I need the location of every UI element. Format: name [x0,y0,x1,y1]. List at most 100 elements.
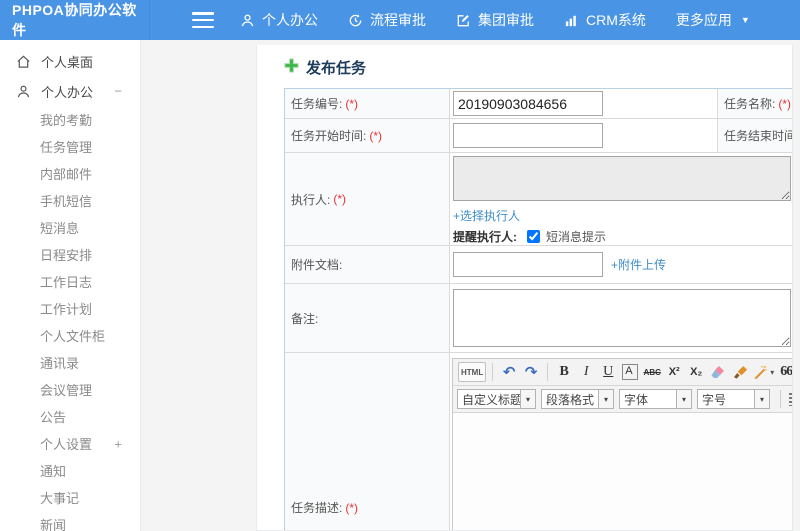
collapse-icon[interactable]: − [114,84,122,99]
caret-down-icon[interactable]: ▾ [677,389,692,409]
caret-down-icon[interactable]: ▾ [521,389,536,409]
caret-down-icon: ▾ [770,367,775,377]
undo-icon[interactable]: ↶ [499,362,519,382]
sidebar-item-label: 个人办公 [41,84,94,100]
app-window: PHPOA协同办公软件 个人办公 流程审批 集团审批 CRM系统 更多应用 ▼ … [0,0,800,531]
nav-process-approval[interactable]: 流程审批 [348,10,426,30]
sidebar-item-news[interactable]: 新闻 [0,511,140,531]
task-form: 任务编号:(*) 任务名称:(*) 任务开始时间:(*) 任务结束时间:(*) [284,88,792,530]
nav-label: CRM系统 [586,12,646,28]
sidebar-item-work-plan[interactable]: 工作计划 [0,295,140,322]
caret-down-icon[interactable]: ▾ [599,389,614,409]
align-left-icon[interactable] [787,389,792,409]
plus-icon [284,57,299,78]
sidebar-item-announcement[interactable]: 公告 [0,403,140,430]
bold-button[interactable]: B [554,362,574,382]
strikethrough-button[interactable]: ABC [642,362,662,382]
underline-button[interactable]: U [598,362,618,382]
form-panel: 发布任务 任务编号:(*) 任务名称:(*) 任务开始时间:(*) [256,45,793,531]
auto-typeset-wand-icon[interactable]: ▾ [752,362,774,382]
sidebar-item-personal-files[interactable]: 个人文件柜 [0,322,140,349]
task-no-cell [450,89,718,119]
nav-label: 个人办公 [262,12,318,28]
editor-toolbar-format: 自定义标题 ▾ 段落格式 ▾ 字体 ▾ 字号 ▾ [453,386,792,413]
sidebar-item-personal-office[interactable]: 个人办公 − [0,76,140,106]
process-icon [348,13,363,28]
sidebar-item-schedule[interactable]: 日程安排 [0,241,140,268]
eraser-icon[interactable] [708,362,728,382]
required-mark: (*) [345,96,359,111]
editor-content-area[interactable] [453,413,792,530]
remind-option-label: 短消息提示 [546,230,607,244]
subscript-button[interactable]: X₂ [686,362,706,382]
menu-toggle-icon[interactable] [192,12,214,28]
executor-cell: +选择执行人 提醒执行人: 短消息提示 [450,153,792,246]
attachment-cell: +附件上传 [450,246,792,284]
paragraph-format-select[interactable]: 段落格式 ▾ [541,389,614,409]
sidebar-item-events[interactable]: 大事记 [0,484,140,511]
nav-label: 集团审批 [478,12,534,28]
sidebar-item-internal-mail[interactable]: 内部邮件 [0,160,140,187]
brand-logo: PHPOA协同办公软件 [0,0,150,40]
task-no-input[interactable] [453,91,603,116]
top-nav: 个人办公 流程审批 集团审批 CRM系统 更多应用 ▼ [240,10,780,30]
executor-label: 执行人: (*) [285,153,450,246]
end-time-label: 任务结束时间:(*) [718,119,792,153]
start-time-input[interactable] [453,123,603,148]
superscript-button[interactable]: X² [664,362,684,382]
description-cell: HTML ↶ ↷ B I U A ABC X² X₂ ▾ 66 自定义标题 ▾ … [450,353,792,530]
description-label: 任务描述: (*) [285,353,450,530]
home-icon [16,54,32,69]
sidebar-item-short-message[interactable]: 短消息 [0,214,140,241]
nav-more-apps[interactable]: 更多应用 ▼ [676,10,750,30]
task-name-label: 任务名称: (*) [718,89,792,119]
required-mark: (*) [778,96,792,111]
upload-attachment-link[interactable]: +附件上传 [611,256,666,273]
remind-line: 提醒执行人: 短消息提示 [453,228,606,245]
main-area: 发布任务 任务编号:(*) 任务名称:(*) 任务开始时间:(*) [142,40,800,531]
edit-icon [456,13,471,28]
caret-down-icon[interactable]: ▾ [755,389,770,409]
sidebar-item-task-management[interactable]: 任务管理 [0,133,140,160]
font-family-select[interactable]: 字体 ▾ [619,389,692,409]
attachment-label: 附件文档: [285,246,450,284]
sidebar-item-contacts[interactable]: 通讯录 [0,349,140,376]
user-icon [16,84,32,99]
sidebar-item-my-attendance[interactable]: 我的考勤 [0,106,140,133]
nav-crm-system[interactable]: CRM系统 [564,10,646,30]
redo-icon[interactable]: ↷ [521,362,541,382]
sidebar-item-personal-settings[interactable]: 个人设置 + [0,430,140,457]
select-executor-link[interactable]: +选择执行人 [453,207,520,224]
editor-toolbar-top: HTML ↶ ↷ B I U A ABC X² X₂ ▾ 66 [453,359,792,386]
nav-group-approval[interactable]: 集团审批 [456,10,534,30]
sidebar: 个人桌面 个人办公 − 我的考勤 任务管理 内部邮件 手机短信 短消息 日程安排… [0,40,141,531]
italic-button[interactable]: I [576,362,596,382]
start-time-label: 任务开始时间: (*) [285,119,450,153]
expand-icon[interactable]: + [114,436,122,451]
required-mark: (*) [369,128,383,143]
start-time-cell [450,119,718,153]
sidebar-item-notice[interactable]: 通知 [0,457,140,484]
sms-remind-checkbox[interactable] [527,230,540,243]
executor-textarea[interactable] [453,156,791,201]
top-bar: PHPOA协同办公软件 个人办公 流程审批 集团审批 CRM系统 更多应用 ▼ [0,0,800,40]
remark-cell [450,284,792,353]
custom-title-select[interactable]: 自定义标题 ▾ [457,389,536,409]
remark-textarea[interactable] [453,289,791,347]
sidebar-item-meeting-management[interactable]: 会议管理 [0,376,140,403]
format-brush-icon[interactable] [730,362,750,382]
blockquote-button[interactable]: 66 [776,362,792,382]
required-mark: (*) [345,500,359,515]
font-size-select[interactable]: 字号 ▾ [697,389,770,409]
rich-text-editor: HTML ↶ ↷ B I U A ABC X² X₂ ▾ 66 自定义标题 ▾ … [452,358,792,530]
required-mark: (*) [333,192,347,206]
html-source-button[interactable]: HTML [458,362,487,382]
font-style-button[interactable]: A [622,364,639,380]
task-no-label: 任务编号: (*) [285,89,450,119]
sidebar-item-mobile-sms[interactable]: 手机短信 [0,187,140,214]
nav-personal-office[interactable]: 个人办公 [240,10,318,30]
sidebar-item-work-log[interactable]: 工作日志 [0,268,140,295]
sidebar-item-personal-desktop[interactable]: 个人桌面 [0,46,140,76]
user-icon [240,13,255,28]
attachment-input[interactable] [453,252,603,277]
